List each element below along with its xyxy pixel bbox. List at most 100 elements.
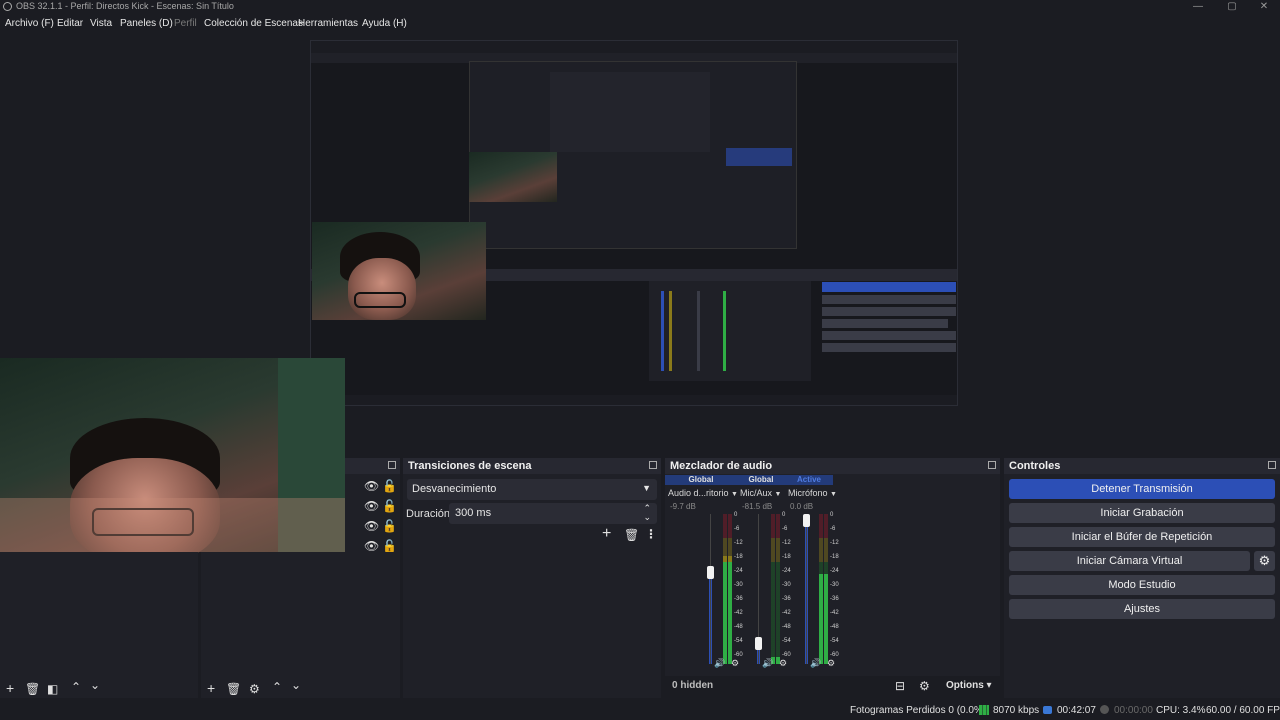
popout-icon[interactable] [388, 461, 396, 469]
meter-tick-label: -30 [830, 581, 839, 588]
transition-select[interactable]: Desvanecimiento ▼ [407, 479, 657, 500]
lock-icon[interactable]: 🔓 [382, 479, 397, 493]
minimize-icon[interactable]: — [1182, 0, 1214, 14]
start-recording-button[interactable]: Iniciar Grabación [1009, 503, 1275, 523]
mixer-title: Mezclador de audio [670, 460, 773, 472]
add-transition-icon[interactable]: + [602, 525, 611, 543]
nested-stop-stream [822, 282, 956, 292]
duration-label: Duración [406, 508, 451, 520]
nested-preview-inner [550, 72, 710, 152]
nested-btn [822, 343, 956, 352]
fps: 60.00 / 60.00 FPS [1206, 705, 1280, 716]
peak-meter [776, 514, 780, 664]
visibility-eye-icon[interactable]: 👁 [364, 519, 379, 533]
start-virtual-camera-button[interactable]: Iniciar Cámara Virtual [1009, 551, 1250, 571]
nested-mixer [649, 281, 811, 381]
meter-tick-label: -18 [830, 553, 839, 560]
dropped-frames: Fotogramas Perdidos 0 (0.0%) [850, 705, 987, 716]
move-down-icon[interactable]: ⌄ [90, 678, 100, 692]
menu-ayuda[interactable]: Ayuda (H) [362, 18, 407, 29]
source-properties-gear-icon[interactable]: ⚙ [249, 682, 260, 696]
webcam-source-secondary[interactable] [312, 222, 486, 320]
nested-btn [822, 319, 948, 328]
connection-quality-icon [979, 705, 989, 715]
volume-fader-knob[interactable] [707, 566, 714, 580]
mute-speaker-icon[interactable]: 🔊 [762, 658, 773, 669]
lock-icon[interactable]: 🔓 [382, 499, 397, 513]
nested-controls [726, 148, 792, 166]
cpu-usage: CPU: 3.4% [1156, 705, 1206, 716]
volume-fader-knob[interactable] [803, 514, 810, 527]
visibility-eye-icon[interactable]: 👁 [364, 539, 379, 553]
channel-db: -9.7 dB [670, 502, 696, 511]
remove-transition-icon[interactable]: 🗑 [624, 528, 639, 542]
channel-tag: Global [737, 475, 785, 485]
volume-fader-rail [710, 514, 711, 664]
meter-tick-label: -36 [830, 595, 839, 602]
spin-down-icon[interactable]: ⌄ [643, 512, 651, 523]
mixer-channel: Active Micrófono ▼ 0.0 dB 0 -6 -12 -18 -24 -30… [785, 474, 839, 674]
volume-fader-knob[interactable] [755, 637, 762, 651]
stop-streaming-button[interactable]: Detener Transmisión [1009, 479, 1275, 499]
popout-icon[interactable] [988, 461, 996, 469]
start-replay-buffer-button[interactable]: Iniciar el Búfer de Repetición [1009, 527, 1275, 547]
menu-vista[interactable]: Vista [90, 18, 112, 29]
menu-herramientas[interactable]: Herramientas [298, 18, 358, 29]
menu-paneles[interactable]: Paneles (D) [120, 18, 173, 29]
meter-tick-label: -54 [830, 637, 839, 644]
channel-name[interactable]: Micrófono ▼ [788, 488, 837, 498]
meter-tick-label: -42 [830, 609, 839, 616]
studio-mode-button[interactable]: Modo Estudio [1009, 575, 1275, 595]
visibility-eye-icon[interactable]: 👁 [364, 499, 379, 513]
mixer-channel: Global Mic/Aux ▼ -81.5 dB 0 -6 -12 -18 -24 -30… [737, 474, 791, 674]
settings-button[interactable]: Ajustes [1009, 599, 1275, 619]
remove-source-icon[interactable]: 🗑 [226, 682, 241, 696]
meter-tick-label: -48 [830, 623, 839, 630]
duration-field[interactable]: 300 ms ⌃ ⌄ [449, 503, 657, 524]
obs-logo-icon [3, 2, 12, 11]
popout-icon[interactable] [649, 461, 657, 469]
more-options-icon[interactable]: ⋮ [645, 527, 657, 541]
streaming-icon [1043, 706, 1052, 714]
transition-selected: Desvanecimiento [412, 483, 497, 495]
add-source-icon[interactable]: + [207, 680, 215, 696]
options-menu[interactable]: Options ▾ [946, 680, 992, 691]
webcam-source[interactable] [0, 358, 345, 562]
duration-value: 300 ms [455, 507, 492, 519]
add-scene-icon[interactable]: + [6, 680, 14, 696]
lock-icon[interactable]: 🔓 [382, 539, 397, 553]
mixer-footer: 0 hidden ⊟ ⚙ Options ▾ [665, 676, 1000, 698]
menu-perfil[interactable]: Perfil [174, 18, 197, 29]
controls-header: Controles [1004, 458, 1280, 474]
menu-editar[interactable]: Editar [57, 18, 83, 29]
channel-db: 0.0 dB [790, 502, 814, 511]
volume-fader-rail [806, 514, 807, 664]
scenes-dock: + 🗑 ◧ ⌃ ⌄ [0, 552, 198, 698]
status-bar: Fotogramas Perdidos 0 (0.0%) 8070 kbps 0… [0, 700, 1280, 720]
move-down-icon[interactable]: ⌄ [291, 678, 301, 692]
visibility-eye-icon[interactable]: 👁 [364, 479, 379, 493]
chevron-down-icon: ▼ [774, 491, 782, 498]
move-up-icon[interactable]: ⌃ [272, 680, 282, 694]
move-up-icon[interactable]: ⌃ [71, 680, 81, 694]
virtual-camera-settings-gear-icon[interactable]: ⚙ [1254, 551, 1275, 571]
menu-archivo[interactable]: Archivo (F) [5, 18, 54, 29]
mute-speaker-icon[interactable]: 🔊 [714, 658, 725, 669]
layout-toggle-icon[interactable]: ⊟ [895, 679, 905, 693]
menu-coleccion-escenas[interactable]: Colección de Escenas [204, 18, 303, 29]
scene-filters-icon[interactable]: ◧ [47, 682, 58, 696]
advanced-audio-icon[interactable]: ⚙ [919, 679, 930, 693]
channel-name[interactable]: Audio d...ritorio ▼ [668, 488, 738, 498]
channel-settings-icon[interactable]: ⚙ [827, 658, 835, 669]
popout-icon[interactable] [1268, 461, 1276, 469]
channel-name[interactable]: Mic/Aux ▼ [740, 488, 782, 498]
peak-meter [771, 514, 775, 664]
nested-btn [822, 331, 956, 340]
level-meter [728, 556, 732, 664]
close-icon[interactable]: ✕ [1248, 0, 1280, 14]
maximize-icon[interactable]: ▢ [1216, 0, 1248, 14]
mute-speaker-icon[interactable]: 🔊 [810, 658, 821, 669]
lock-icon[interactable]: 🔓 [382, 519, 397, 533]
nested-status-bar [311, 395, 957, 405]
remove-scene-icon[interactable]: 🗑 [25, 682, 40, 696]
